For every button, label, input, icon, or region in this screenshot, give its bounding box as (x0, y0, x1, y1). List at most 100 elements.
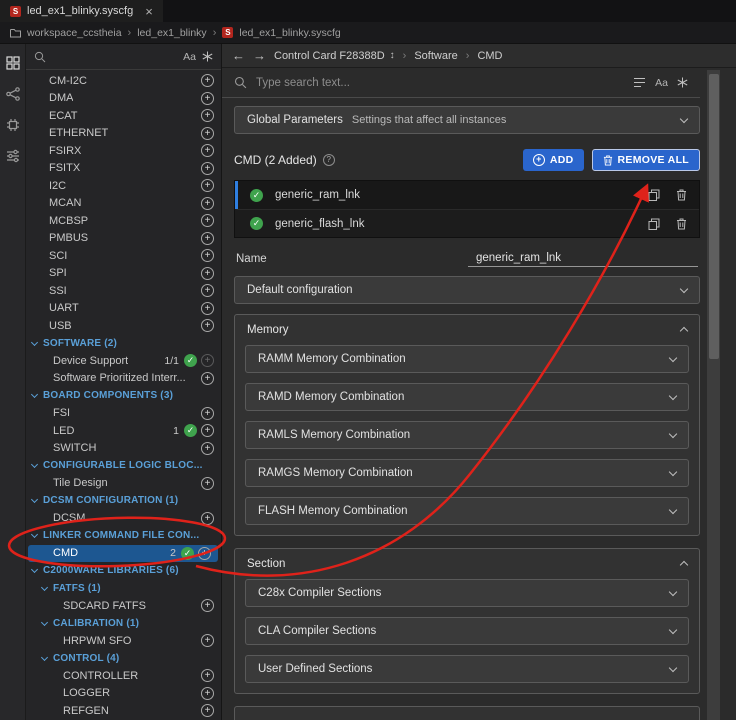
section-group-header[interactable]: Section (235, 549, 699, 579)
add-icon[interactable] (201, 179, 214, 193)
tree-item-pmbus[interactable]: PMBUS (26, 230, 221, 248)
regex-star-icon[interactable] (202, 51, 213, 62)
flash-memory-combination-row[interactable]: FLASH Memory Combination (245, 497, 689, 525)
add-icon[interactable] (201, 301, 214, 315)
tree-item-tile-design[interactable]: Tile Design (26, 475, 221, 493)
filter-lines-icon[interactable] (633, 77, 646, 88)
back-icon[interactable]: ← (232, 49, 245, 62)
vertical-scrollbar[interactable] (707, 70, 720, 720)
add-icon[interactable] (201, 476, 214, 490)
add-icon[interactable] (201, 319, 214, 333)
copy-icon[interactable] (648, 189, 660, 201)
tree-item-software-prioritized-interrupts[interactable]: Software Prioritized Interr... (26, 370, 221, 388)
tree-item-led[interactable]: LED 1 (26, 422, 221, 440)
ramls-memory-combination-row[interactable]: RAMLS Memory Combination (245, 421, 689, 449)
tree-filter-input[interactable] (52, 50, 178, 63)
tree-item-fsirx[interactable]: FSIRX (26, 142, 221, 160)
tree-item-uart[interactable]: UART (26, 300, 221, 318)
device-selector[interactable]: Control Card F28388D ↕ (274, 50, 395, 62)
peripheral-pins-icon[interactable] (1, 81, 25, 107)
add-icon[interactable] (201, 231, 214, 245)
tree-category-calibration[interactable]: CALIBRATION (1) (26, 615, 221, 633)
add-icon[interactable] (201, 109, 214, 123)
remove-all-button[interactable]: REMOVE ALL (591, 149, 700, 171)
settings-sliders-icon[interactable] (1, 143, 25, 169)
add-icon[interactable] (201, 686, 214, 700)
tab-close-icon[interactable]: × (145, 5, 153, 18)
tree-item-spi[interactable]: SPI (26, 265, 221, 283)
tree-item-ethernet[interactable]: ETHERNET (26, 125, 221, 143)
add-icon[interactable] (201, 144, 214, 158)
match-case-toggle[interactable]: Aa (183, 51, 196, 63)
tree-item-ssi[interactable]: SSI (26, 282, 221, 300)
tree-category-configurable-logic-block[interactable]: CONFIGURABLE LOGIC BLOC... (26, 457, 221, 475)
add-icon[interactable] (201, 91, 214, 105)
device-grid-icon[interactable] (1, 50, 25, 76)
add-icon[interactable] (201, 371, 214, 385)
tree-item-dma[interactable]: DMA (26, 90, 221, 108)
tree-item-cm-i2c[interactable]: CM-I2C (26, 72, 221, 90)
breadcrumb-project[interactable]: led_ex1_blinky (137, 27, 206, 39)
search-input[interactable] (256, 76, 625, 89)
tree-category-dcsm-configuration[interactable]: DCSM CONFIGURATION (1) (26, 492, 221, 510)
add-icon[interactable] (201, 214, 214, 228)
match-case-toggle[interactable]: Aa (655, 77, 668, 89)
add-icon[interactable] (201, 599, 214, 613)
tree-item-logger[interactable]: LOGGER (26, 685, 221, 703)
delete-icon[interactable] (676, 189, 687, 201)
tree-item-sdcard-fatfs[interactable]: SDCARD FATFS (26, 597, 221, 615)
user-defined-sections-row[interactable]: User Defined Sections (245, 655, 689, 683)
memory-group-header[interactable]: Memory (235, 315, 699, 345)
instance-row-generic-flash-lnk[interactable]: generic_flash_lnk (235, 209, 699, 237)
cla-compiler-sections-row[interactable]: CLA Compiler Sections (245, 617, 689, 645)
tree-item-sci[interactable]: SCI (26, 247, 221, 265)
add-icon[interactable] (201, 74, 214, 88)
tree-category-fatfs[interactable]: FATFS (1) (26, 580, 221, 598)
tree-item-cmd-selected[interactable]: CMD 2 (28, 544, 218, 562)
ramm-memory-combination-row[interactable]: RAMM Memory Combination (245, 345, 689, 373)
tree-category-board-components[interactable]: BOARD COMPONENTS (3) (26, 387, 221, 405)
global-parameters-row[interactable]: Global Parameters Settings that affect al… (234, 106, 700, 134)
regex-star-icon[interactable] (677, 77, 688, 88)
add-icon[interactable] (201, 196, 214, 210)
tree-item-mcbsp[interactable]: MCBSP (26, 212, 221, 230)
add-icon[interactable] (201, 249, 214, 263)
c28x-compiler-sections-row[interactable]: C28x Compiler Sections (245, 579, 689, 607)
tree-item-controller[interactable]: CONTROLLER (26, 667, 221, 685)
add-icon[interactable] (201, 511, 214, 525)
add-icon[interactable] (201, 126, 214, 140)
add-icon[interactable] (201, 704, 214, 718)
breadcrumb-file[interactable]: led_ex1_blinky.syscfg (239, 27, 340, 39)
tree-item-device-support[interactable]: Device Support 1/1 (26, 352, 221, 370)
help-icon[interactable] (322, 154, 335, 166)
add-icon[interactable] (201, 441, 214, 455)
add-icon[interactable] (201, 406, 214, 420)
copy-icon[interactable] (648, 218, 660, 230)
tree-category-c2000ware-libraries[interactable]: C2000WARE LIBRARIES (6) (26, 562, 221, 580)
add-icon[interactable] (201, 669, 214, 683)
name-input[interactable] (468, 250, 698, 267)
tree-item-fsi[interactable]: FSI (26, 405, 221, 423)
tree-item-switch[interactable]: SWITCH (26, 440, 221, 458)
default-configuration-row[interactable]: Default configuration (234, 276, 700, 304)
tree-item-fsitx[interactable]: FSITX (26, 160, 221, 178)
add-icon[interactable] (201, 161, 214, 175)
tab-led-ex1-blinky-syscfg[interactable]: S led_ex1_blinky.syscfg × (0, 0, 163, 22)
breadcrumb-workspace[interactable]: workspace_ccstheia (27, 27, 122, 39)
ramd-memory-combination-row[interactable]: RAMD Memory Combination (245, 383, 689, 411)
ramgs-memory-combination-row[interactable]: RAMGS Memory Combination (245, 459, 689, 487)
tree-category-software[interactable]: SOFTWARE (2) (26, 335, 221, 353)
forward-icon[interactable]: → (253, 49, 266, 62)
scrollbar-thumb[interactable] (708, 74, 719, 359)
tree-item-refgen[interactable]: REFGEN (26, 702, 221, 720)
add-icon[interactable] (201, 284, 214, 298)
tree-item-ecat[interactable]: ECAT (26, 107, 221, 125)
add-icon[interactable] (201, 266, 214, 280)
header-crumb-cmd[interactable]: CMD (477, 50, 502, 62)
instance-row-generic-ram-lnk[interactable]: generic_ram_lnk (235, 181, 699, 209)
header-crumb-software[interactable]: Software (414, 50, 457, 62)
add-icon[interactable] (201, 634, 214, 648)
tree-category-control[interactable]: CONTROL (4) (26, 650, 221, 668)
memory-chip-icon[interactable] (1, 112, 25, 138)
tree-item-mcan[interactable]: MCAN (26, 195, 221, 213)
